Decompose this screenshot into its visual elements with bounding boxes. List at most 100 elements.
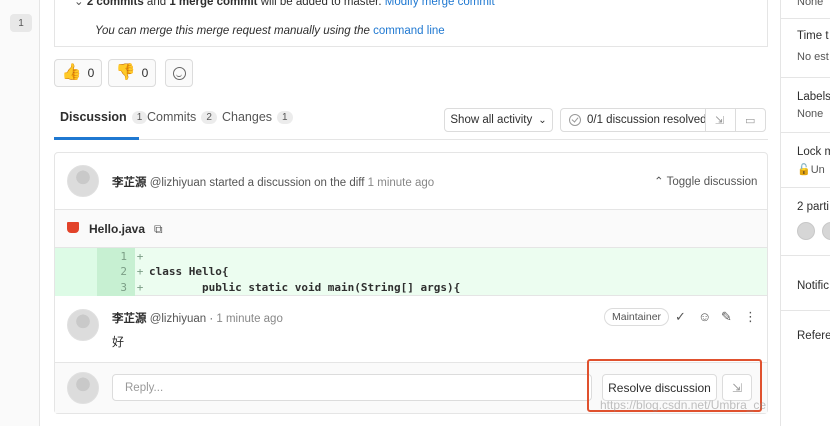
sidebar-lock-value: 🔓Un [797,163,825,176]
will-be-added-text: will be added to master. [257,0,385,8]
sidebar-time-tracking-title: Time t [797,30,829,42]
jump-to-discussion-icon[interactable]: ⇲ [715,114,724,127]
chevron-down-icon[interactable]: ⌄ [74,0,84,8]
tab-changes-count: 1 [277,110,293,124]
author-handle[interactable]: @lizhiyuan [150,177,206,189]
note-body: 好 [112,335,125,349]
pencil-icon[interactable]: ✎ [721,309,732,325]
reply-input[interactable]: Reply... [112,374,592,401]
right-sidebar [780,0,830,426]
diff-line: 2 + class Hello{ [97,263,228,279]
tab-discussion[interactable]: Discussion 1 [60,110,148,124]
sidebar-participants-title: 2 parti [797,201,829,213]
lock-value-text: Un [810,164,825,176]
line-number: 2 [120,264,127,278]
divider [705,109,706,131]
resolved-count-text: 0/1 discussion resolved [587,114,707,126]
tab-commits-label: Commits [147,110,197,124]
comment-icon[interactable]: ▭ [745,114,755,127]
added-marker: + [136,280,144,294]
resolve-check-icon[interactable]: ✓ [675,309,686,325]
chevron-up-icon: ⌃ [654,176,664,188]
unlock-icon: 🔓 [797,164,811,176]
divider [781,132,830,133]
thumbs-down-icon: 👎 [115,64,136,81]
participant-avatar[interactable] [797,222,815,240]
chevron-down-icon: ⌄ [538,114,547,126]
active-tab-indicator [54,137,139,140]
tab-changes-label: Changes [222,110,273,124]
sidebar-value: None [797,0,824,8]
and-text: and [143,0,170,8]
diff-code: public static void main(String[] args){ [149,280,461,294]
divider [781,187,830,188]
added-marker: + [136,264,144,278]
more-actions-icon[interactable]: ⋮ [744,309,757,325]
diff-line: 3 + public static void main(String[] arg… [97,279,460,295]
check-circle-icon [569,114,581,126]
discussion-time: 1 minute ago [367,177,435,189]
tab-commits[interactable]: Commits 2 [147,110,217,124]
added-marker: + [136,249,144,263]
thumbs-down-award-button[interactable]: 👎 0 [108,59,156,87]
divider [781,255,830,256]
thumbs-up-award-button[interactable]: 👍 0 [54,59,102,87]
sidebar-notifications-title: Notific [797,280,829,292]
divider [781,77,830,78]
left-gutter [0,0,40,426]
note-author-name[interactable]: 李芷源 [112,313,147,325]
manual-merge-note: You can merge this merge request manuall… [95,25,445,37]
note-header: 李芷源 @lizhiyuan · 1 minute ago [112,310,283,326]
author-name[interactable]: 李芷源 [112,177,147,189]
show-activity-dropdown[interactable]: Show all activity ⌄ [444,108,553,132]
left-count-badge: 1 [10,14,32,32]
avatar[interactable] [67,165,99,197]
tab-discussion-count: 1 [131,110,148,124]
toggle-discussion-label: Toggle discussion [666,176,758,188]
smiley-icon[interactable]: ☺ [698,309,711,324]
java-file-icon [67,222,79,233]
add-reaction-button[interactable] [165,59,193,87]
thumbs-up-icon: 👍 [61,64,82,81]
started-text: started a discussion on the diff [206,177,368,189]
thumbs-up-count: 0 [87,66,95,80]
show-activity-label: Show all activity [450,114,533,126]
watermark: https://blog.csdn.net/Umbra_ce [600,398,767,412]
smiley-icon [172,66,186,80]
discussion-resolved-status: 0/1 discussion resolved ⇲ ▭ [560,108,766,132]
sidebar-labels-value: None [797,108,824,120]
command-line-link[interactable]: command line [373,25,445,37]
tabs-divider [54,139,768,140]
manual-merge-text: You can merge this merge request manuall… [95,25,374,37]
thumbs-down-count: 0 [141,66,149,80]
tab-changes[interactable]: Changes 1 [222,110,293,124]
note-separator: · [206,313,217,325]
diff-line: 1 + [97,248,149,264]
line-number: 1 [120,249,127,263]
sidebar-reference-title: Refere [797,330,830,342]
avatar[interactable] [67,309,99,341]
commits-count: 2 commits [86,0,144,8]
sidebar-lock-title[interactable]: Lock m [797,146,830,158]
copy-icon[interactable]: ⧉ [154,222,163,237]
sidebar-labels-title[interactable]: Labels [797,91,830,103]
diff-old-gutter [55,248,97,296]
note-author-handle[interactable]: @lizhiyuan [150,313,206,325]
maintainer-badge: Maintainer [604,308,670,326]
avatar [67,372,99,404]
toggle-discussion-button[interactable]: ⌃ Toggle discussion [654,174,757,188]
tab-commits-count: 2 [201,110,217,124]
merge-summary: ⌄ 2 commits and 1 merge commit will be a… [74,0,495,8]
sidebar-time-tracking-value: No est [797,51,829,63]
divider [735,109,736,131]
line-number: 3 [120,280,127,294]
divider [781,310,830,311]
discussion-header: 李芷源 @lizhiyuan started a discussion on t… [112,174,434,190]
file-name[interactable]: Hello.java [89,222,145,236]
diff-code: class Hello{ [149,264,229,278]
modify-merge-commit-link[interactable]: Modify merge commit [385,0,495,8]
merge-commit-count: 1 merge commit [169,0,258,8]
note-time[interactable]: 1 minute ago [216,313,283,325]
divider [781,18,830,19]
tab-discussion-label: Discussion [60,110,127,124]
